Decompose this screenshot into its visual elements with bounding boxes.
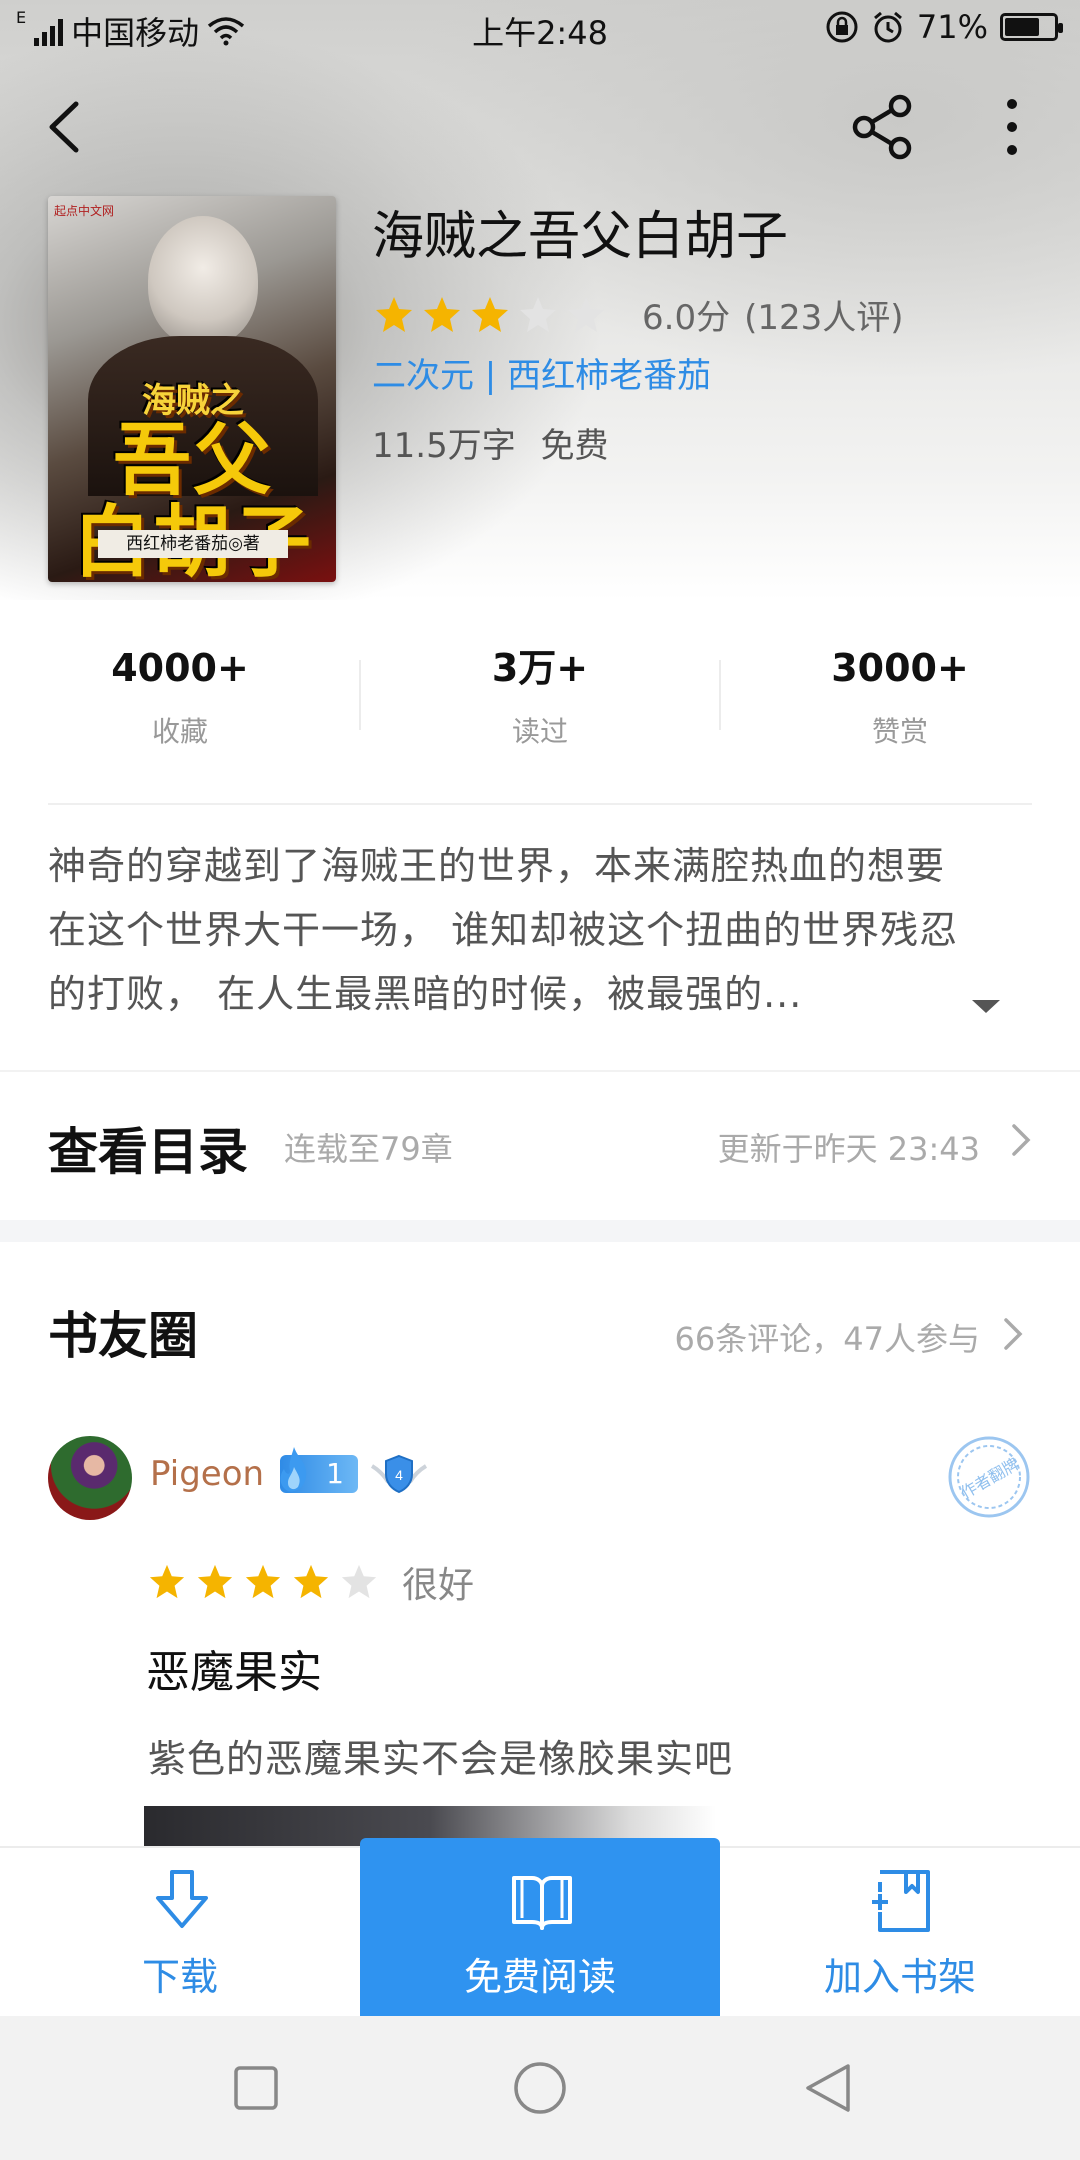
avatar[interactable] — [48, 1436, 132, 1520]
catalog-row[interactable]: 查看目录 连载至79章 更新于昨天 23:43 — [0, 1072, 1080, 1220]
star-filled-icon — [376, 296, 412, 332]
star-filled-icon — [197, 1564, 233, 1599]
star-filled-icon — [149, 1564, 185, 1599]
battery-fill — [1005, 18, 1039, 36]
stamp-text: 作者翻牌 — [957, 1454, 1022, 1502]
divider — [48, 803, 1032, 805]
cover-publisher-mark: 起点中文网 — [54, 204, 115, 218]
star-empty-icon — [568, 296, 604, 332]
star-filled-icon — [424, 296, 460, 332]
stat-value: 3000+ — [831, 646, 969, 690]
lock-rotation-icon — [826, 11, 858, 43]
download-button[interactable]: 下载 — [0, 1848, 360, 2018]
open-book-icon — [512, 1876, 572, 1930]
chevron-right-icon[interactable] — [1002, 1316, 1024, 1352]
free-read-button[interactable]: 免费阅读 — [360, 1838, 720, 2018]
word-count: 11.5万字 — [372, 426, 516, 466]
status-bar: E 中国移动 上午2:48 71% — [0, 0, 1080, 56]
add-to-shelf-button[interactable]: 加入书架 — [720, 1848, 1080, 2018]
battery-icon — [1000, 13, 1063, 41]
stat-rewards: 3000+ 赞赏 — [720, 640, 1080, 750]
stat-label: 收藏 — [151, 715, 208, 748]
description-line: 神奇的穿越到了海贼王的世界，本来满腔热血的想要 — [48, 844, 946, 888]
review-title[interactable]: 恶魔果实 — [146, 1636, 322, 1700]
download-icon — [156, 1870, 208, 1928]
book-rating: 6.0分 (123人评) — [374, 290, 904, 339]
bookshelf-add-icon — [872, 1870, 930, 1932]
add-to-shelf-label: 加入书架 — [823, 1955, 976, 1999]
review-rating-stars — [148, 1563, 388, 1601]
section-separator — [0, 1220, 1080, 1242]
book-meta: 11.5万字 免费 — [372, 418, 609, 467]
review-rating-word: 很好 — [402, 1565, 475, 1606]
star-filled-icon — [293, 1564, 329, 1599]
book-rating-count: (123人评) — [744, 298, 904, 338]
book-description[interactable]: 神奇的穿越到了海贼王的世界，本来满腔热血的想要 在这个世界大干一场， 谁知却被这… — [48, 834, 1038, 1026]
star-filled-icon — [472, 296, 508, 332]
chevron-right-icon — [1012, 1124, 1031, 1156]
free-read-label: 免费阅读 — [463, 1955, 616, 1999]
book-category-author[interactable]: 二次元 | 西红柿老番茄 — [372, 348, 711, 397]
review-rating: 很好 — [148, 1556, 474, 1608]
share-icon[interactable] — [846, 92, 918, 162]
book-stats: 4000+ 收藏 3万+ 读过 3000+ 赞赏 — [0, 640, 1080, 780]
stat-label: 读过 — [511, 715, 568, 748]
more-options-icon[interactable] — [992, 92, 1032, 162]
catalog-updated: 更新于昨天 23:43 — [717, 1130, 980, 1168]
author-stamp-icon: 作者翻牌 — [948, 1436, 1030, 1518]
book-title: 海贼之吾父白胡子 — [372, 207, 789, 267]
bottom-action-bar: 下载 免费阅读 加入书架 — [0, 1838, 1080, 2018]
circle-summary[interactable]: 66条评论，47人参与 — [675, 1314, 980, 1360]
star-filled-icon — [245, 1564, 281, 1599]
home-icon[interactable] — [512, 2060, 568, 2116]
recent-apps-icon[interactable] — [228, 2060, 284, 2116]
fan-level-badge: 1 — [280, 1447, 358, 1493]
alarm-icon — [873, 11, 902, 43]
price-label: 免费 — [540, 426, 609, 466]
vip-shield-icon: 4 — [370, 1454, 428, 1494]
back-triangle-icon[interactable] — [800, 2060, 856, 2116]
vip-level-number: 4 — [395, 1467, 403, 1483]
flame-icon — [280, 1447, 307, 1492]
stat-value: 4000+ — [111, 646, 249, 690]
stat-label: 赞赏 — [871, 715, 928, 748]
catalog-title: 查看目录 — [48, 1122, 248, 1181]
star-empty-icon — [520, 296, 556, 332]
download-label: 下载 — [141, 1955, 218, 1999]
cover-big-title-1: 吾父 — [112, 414, 273, 506]
catalog-progress: 连载至79章 — [284, 1130, 453, 1168]
book-score: 6.0分 — [642, 298, 731, 338]
star-empty-icon — [341, 1564, 377, 1599]
battery-percent: 71% — [916, 8, 988, 46]
username[interactable]: Pigeon — [150, 1454, 264, 1494]
cover-author-strip: 西红柿老番茄◎著 — [98, 530, 288, 558]
stat-value: 3万+ — [491, 646, 589, 690]
back-arrow-icon[interactable] — [38, 92, 98, 162]
stat-reads: 3万+ 读过 — [360, 640, 720, 750]
circle-title: 书友圈 — [48, 1306, 198, 1365]
description-line: 在这个世界大干一场， 谁知却被这个扭曲的世界残忍 — [48, 908, 959, 952]
fan-level-number: 1 — [326, 1457, 344, 1490]
system-navigation-bar — [0, 2016, 1080, 2160]
book-rating-stars — [374, 295, 614, 335]
expand-triangle-icon[interactable] — [970, 996, 1002, 1016]
description-line: 的打败， 在人生最黑暗的时候，被最强的... — [48, 972, 803, 1016]
book-cover[interactable]: 起点中文网 海贼之 吾父 白胡子 西红柿老番茄◎著 — [48, 196, 336, 582]
stat-favorites: 4000+ 收藏 — [0, 640, 360, 750]
review-body[interactable]: 紫色的恶魔果实不会是橡胶果实吧 — [148, 1728, 733, 1783]
cover-character-head — [148, 216, 258, 346]
